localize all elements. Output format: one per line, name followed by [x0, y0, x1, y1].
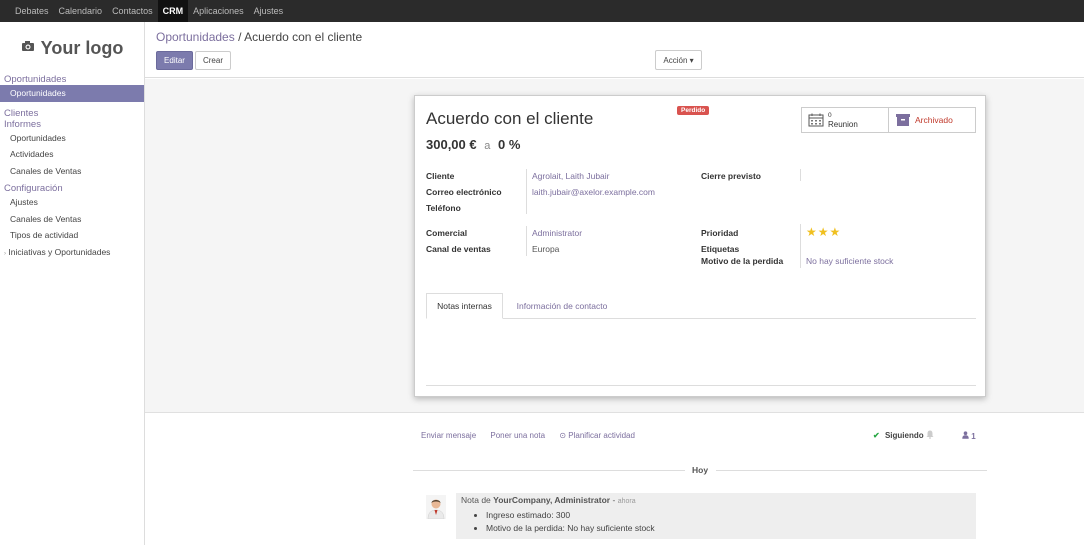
- amount-at: a: [484, 140, 491, 152]
- schedule-activity-button[interactable]: ⊙ Planificar actividad: [559, 431, 635, 440]
- form-sheet: Acuerdo con el cliente 300,00 € a 0 % Pe…: [414, 95, 986, 397]
- bell-icon[interactable]: [926, 430, 934, 441]
- chatter-message: Nota de YourCompany, Administrator - aho…: [456, 493, 976, 539]
- tracking-line: Ingreso estimado: 300: [486, 509, 655, 522]
- motivo-field[interactable]: No hay suficiente stock: [806, 256, 893, 266]
- sidebar-item-iniciativas[interactable]: › Iniciativas y Oportunidades: [0, 244, 144, 261]
- prioridad-label: Prioridad: [701, 228, 739, 238]
- day-separator-right: [716, 470, 987, 471]
- avatar[interactable]: [426, 495, 446, 520]
- sidebar-section-oportunidades: Oportunidades: [4, 74, 67, 85]
- meetings-count: 0: [828, 112, 832, 119]
- action-dropdown[interactable]: Acción ▾: [655, 50, 702, 70]
- field-divider: [526, 226, 527, 256]
- message-author[interactable]: YourCompany, Administrator: [493, 495, 610, 505]
- sidebar-section-clientes[interactable]: Clientes: [0, 102, 144, 119]
- tracking-line: Motivo de la perdida: No hay suficiente …: [486, 522, 655, 535]
- send-message-button[interactable]: Enviar mensaje: [421, 431, 476, 440]
- cierre-label: Cierre previsto: [701, 171, 761, 181]
- meetings-smart-button[interactable]: 0 Reunion: [801, 107, 889, 133]
- email-field[interactable]: laith.jubair@axelor.example.com: [532, 187, 655, 197]
- cliente-field[interactable]: Agrolait, Laith Jubair: [532, 171, 610, 181]
- logo-text: Your logo: [40, 37, 124, 58]
- sidebar-item-oportunidades[interactable]: Oportunidades: [0, 85, 144, 102]
- canal-label: Canal de ventas: [426, 244, 491, 254]
- following-button[interactable]: ✔ Siguiendo: [873, 431, 924, 440]
- check-icon: ✔: [873, 431, 880, 440]
- company-logo[interactable]: Your logo: [0, 22, 144, 74]
- comercial-label: Comercial: [426, 228, 468, 238]
- tab-notas-internas[interactable]: Notas internas: [426, 293, 503, 319]
- sidebar-item-informes-oportunidades[interactable]: Oportunidades: [0, 130, 144, 147]
- archived-smart-button[interactable]: Archivado: [888, 107, 976, 133]
- breadcrumb-sep: /: [238, 30, 242, 44]
- user-icon: [962, 431, 971, 441]
- breadcrumb-current: Acuerdo con el cliente: [244, 30, 363, 44]
- sidebar-section-informes: Informes: [4, 118, 41, 130]
- lost-ribbon: Perdido: [677, 106, 710, 115]
- followers-button[interactable]: 1: [962, 431, 976, 441]
- menu-ajustes[interactable]: Ajustes: [249, 0, 289, 22]
- breadcrumb-parent[interactable]: Oportunidades: [156, 30, 235, 44]
- followers-count: 1: [971, 432, 976, 441]
- camera-icon: [21, 39, 35, 57]
- canal-field[interactable]: Europa: [532, 244, 559, 254]
- sidebar: Your logo Oportunidades Oportunidades Cl…: [0, 22, 145, 545]
- menu-crm[interactable]: CRM: [157, 0, 189, 22]
- record-title: Acuerdo con el cliente: [426, 109, 594, 128]
- archive-icon: [895, 113, 911, 127]
- meetings-label: Reunion: [828, 120, 858, 129]
- sidebar-item-actividades[interactable]: Actividades: [0, 146, 144, 163]
- field-divider: [800, 169, 801, 181]
- edit-button[interactable]: Editar: [156, 51, 193, 70]
- record-amount: 300,00 € a 0 %: [426, 137, 520, 152]
- notebook-tabs: Notas internas Información de contacto: [426, 293, 976, 319]
- calendar-icon: [808, 113, 824, 127]
- menu-aplicaciones[interactable]: Aplicaciones: [188, 0, 249, 22]
- message-prefix: Nota de: [461, 495, 491, 505]
- control-panel: Oportunidades / Acuerdo con el cliente E…: [145, 22, 1084, 78]
- meetings-text: 0 Reunion: [828, 111, 858, 129]
- message-header: Nota de YourCompany, Administrator - aho…: [461, 495, 636, 505]
- motivo-label: Motivo de la perdida: [701, 256, 784, 266]
- menu-debates[interactable]: Debates: [10, 0, 54, 22]
- log-note-button[interactable]: Poner una nota: [490, 431, 545, 440]
- sidebar-item-iniciativas-label: Iniciativas y Oportunidades: [8, 246, 111, 257]
- sidebar-item-ajustes[interactable]: Ajustes: [0, 194, 144, 211]
- create-button[interactable]: Crear: [195, 51, 231, 70]
- notes-field-border[interactable]: [426, 385, 976, 386]
- field-divider: [526, 169, 527, 214]
- top-menu: Debates Calendario Contactos CRM Aplicac…: [0, 0, 1084, 22]
- cliente-label: Cliente: [426, 171, 455, 181]
- expected-revenue: 300,00 €: [426, 137, 477, 152]
- menu-calendario[interactable]: Calendario: [54, 0, 108, 22]
- day-separator-left: [413, 470, 685, 471]
- email-label: Correo electrónico: [426, 187, 502, 197]
- caret-right-icon: ›: [4, 250, 6, 257]
- etiquetas-label: Etiquetas: [701, 244, 740, 254]
- priority-stars[interactable]: ★★★: [806, 225, 841, 239]
- telefono-label: Teléfono: [426, 203, 461, 213]
- comercial-field[interactable]: Administrator: [532, 228, 582, 238]
- tab-informacion-contacto[interactable]: Información de contacto: [506, 293, 618, 319]
- probability: 0 %: [497, 137, 521, 152]
- menu-contactos[interactable]: Contactos: [107, 0, 158, 22]
- message-sep: -: [612, 495, 616, 505]
- sidebar-section-configuracion: Configuración: [4, 183, 63, 194]
- sidebar-item-tipos-actividad[interactable]: Tipos de actividad: [0, 227, 144, 244]
- sidebar-item-canales-ventas[interactable]: Canales de Ventas: [0, 163, 144, 180]
- archived-label: Archivado: [915, 115, 953, 125]
- sidebar-item-config-canales[interactable]: Canales de Ventas: [0, 211, 144, 228]
- tracking-values: Ingreso estimado: 300 Motivo de la perdi…: [486, 509, 655, 534]
- breadcrumb: Oportunidades / Acuerdo con el cliente: [156, 30, 362, 44]
- day-label: Hoy: [692, 465, 709, 475]
- chatter-topbar: Enviar mensaje Poner una nota ⊙ Planific…: [421, 431, 647, 440]
- message-time: ahora: [617, 498, 636, 505]
- following-label: Siguiendo: [884, 431, 924, 440]
- field-divider: [800, 224, 801, 268]
